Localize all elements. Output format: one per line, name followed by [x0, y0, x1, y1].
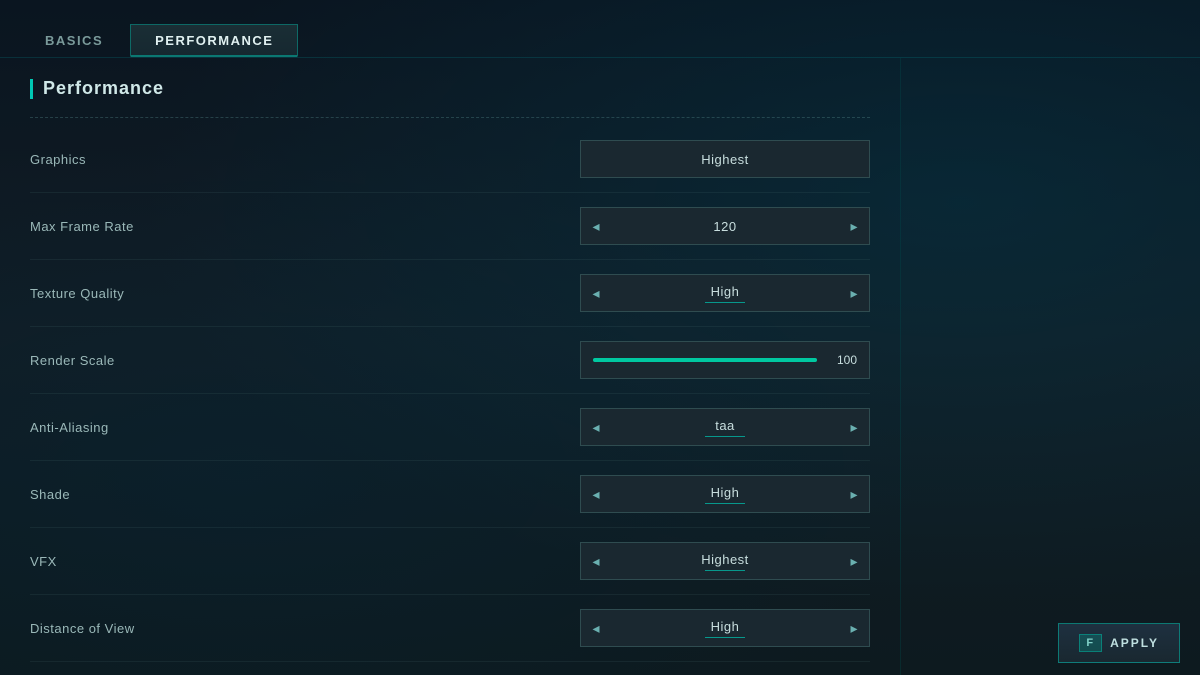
- setting-row-graphics: GraphicsHighest: [30, 126, 870, 193]
- value-container-vfx: Highest: [611, 552, 839, 571]
- right-panel: [900, 58, 1200, 675]
- arrow-left-anti-aliasing[interactable]: ◂: [581, 409, 611, 445]
- value-text-shade: High: [711, 485, 740, 500]
- setting-label-texture-quality: Texture Quality: [30, 286, 580, 301]
- value-line-anti-aliasing: [705, 436, 745, 437]
- value-line-texture-quality: [705, 302, 745, 303]
- section-divider: [30, 117, 870, 118]
- arrow-right-distance-of-view[interactable]: ▸: [839, 610, 869, 646]
- tab-basics[interactable]: BASICS: [20, 24, 128, 57]
- value-graphics: Highest: [581, 152, 869, 167]
- setting-label-distance-of-view: Distance of View: [30, 621, 580, 636]
- tab-bar: BASICS PERFORMANCE: [0, 0, 1200, 58]
- arrow-right-vfx[interactable]: ▸: [839, 543, 869, 579]
- arrow-right-max-frame-rate[interactable]: ▸: [839, 208, 869, 244]
- slider-track-render-scale: [593, 358, 817, 362]
- arrow-right-shade[interactable]: ▸: [839, 476, 869, 512]
- setting-label-vfx: VFX: [30, 554, 580, 569]
- control-graphics[interactable]: Highest: [580, 140, 870, 178]
- arrow-left-vfx[interactable]: ◂: [581, 543, 611, 579]
- setting-label-shade: Shade: [30, 487, 580, 502]
- value-text-anti-aliasing: taa: [715, 418, 735, 433]
- setting-label-graphics: Graphics: [30, 152, 580, 167]
- value-container-shade: High: [611, 485, 839, 504]
- apply-label: APPLY: [1110, 636, 1159, 650]
- control-render-scale[interactable]: 100: [580, 341, 870, 379]
- setting-row-shade: Shade◂ High ▸: [30, 461, 870, 528]
- value-text-vfx: Highest: [701, 552, 749, 567]
- settings-list: GraphicsHighestMax Frame Rate◂120▸Textur…: [30, 126, 870, 675]
- setting-row-vfx: VFX◂ Highest ▸: [30, 528, 870, 595]
- value-container-max-frame-rate: 120: [611, 219, 839, 234]
- setting-row-texture-quality: Texture Quality◂ High ▸: [30, 260, 870, 327]
- arrow-left-max-frame-rate[interactable]: ◂: [581, 208, 611, 244]
- control-vfx[interactable]: ◂ Highest ▸: [580, 542, 870, 580]
- setting-row-max-frame-rate: Max Frame Rate◂120▸: [30, 193, 870, 260]
- control-distance-of-view[interactable]: ◂ High ▸: [580, 609, 870, 647]
- apply-key-badge: F: [1079, 634, 1102, 652]
- setting-label-max-frame-rate: Max Frame Rate: [30, 219, 580, 234]
- value-text-distance-of-view: High: [711, 619, 740, 634]
- control-anti-aliasing[interactable]: ◂ taa ▸: [580, 408, 870, 446]
- control-texture-quality[interactable]: ◂ High ▸: [580, 274, 870, 312]
- value-container-anti-aliasing: taa: [611, 418, 839, 437]
- value-render-scale: 100: [827, 353, 857, 367]
- value-text-texture-quality: High: [711, 284, 740, 299]
- tab-performance[interactable]: PERFORMANCE: [130, 24, 298, 57]
- arrow-right-texture-quality[interactable]: ▸: [839, 275, 869, 311]
- setting-row-distance-of-view: Distance of View◂ High ▸: [30, 595, 870, 662]
- slider-fill-render-scale: [593, 358, 817, 362]
- setting-label-anti-aliasing: Anti-Aliasing: [30, 420, 580, 435]
- apply-button[interactable]: F APPLY: [1058, 623, 1180, 663]
- setting-row-anti-aliasing: Anti-Aliasing◂ taa ▸: [30, 394, 870, 461]
- value-container-texture-quality: High: [611, 284, 839, 303]
- value-line-vfx: [705, 570, 745, 571]
- value-line-shade: [705, 503, 745, 504]
- main-panel: Performance GraphicsHighestMax Frame Rat…: [0, 58, 900, 675]
- arrow-left-distance-of-view[interactable]: ◂: [581, 610, 611, 646]
- app-container: BASICS PERFORMANCE Performance GraphicsH…: [0, 0, 1200, 675]
- section-title: Performance: [30, 78, 870, 99]
- setting-row-render-scale: Render Scale 100: [30, 327, 870, 394]
- bottom-action-bar: F APPLY: [1038, 611, 1200, 675]
- control-shade[interactable]: ◂ High ▸: [580, 475, 870, 513]
- setting-row-v-sync: V-Sync◂On▸: [30, 662, 870, 675]
- arrow-right-anti-aliasing[interactable]: ▸: [839, 409, 869, 445]
- control-max-frame-rate[interactable]: ◂120▸: [580, 207, 870, 245]
- arrow-left-texture-quality[interactable]: ◂: [581, 275, 611, 311]
- value-container-distance-of-view: High: [611, 619, 839, 638]
- setting-label-render-scale: Render Scale: [30, 353, 580, 368]
- content-area: Performance GraphicsHighestMax Frame Rat…: [0, 58, 1200, 675]
- arrow-left-shade[interactable]: ◂: [581, 476, 611, 512]
- value-line-distance-of-view: [705, 637, 745, 638]
